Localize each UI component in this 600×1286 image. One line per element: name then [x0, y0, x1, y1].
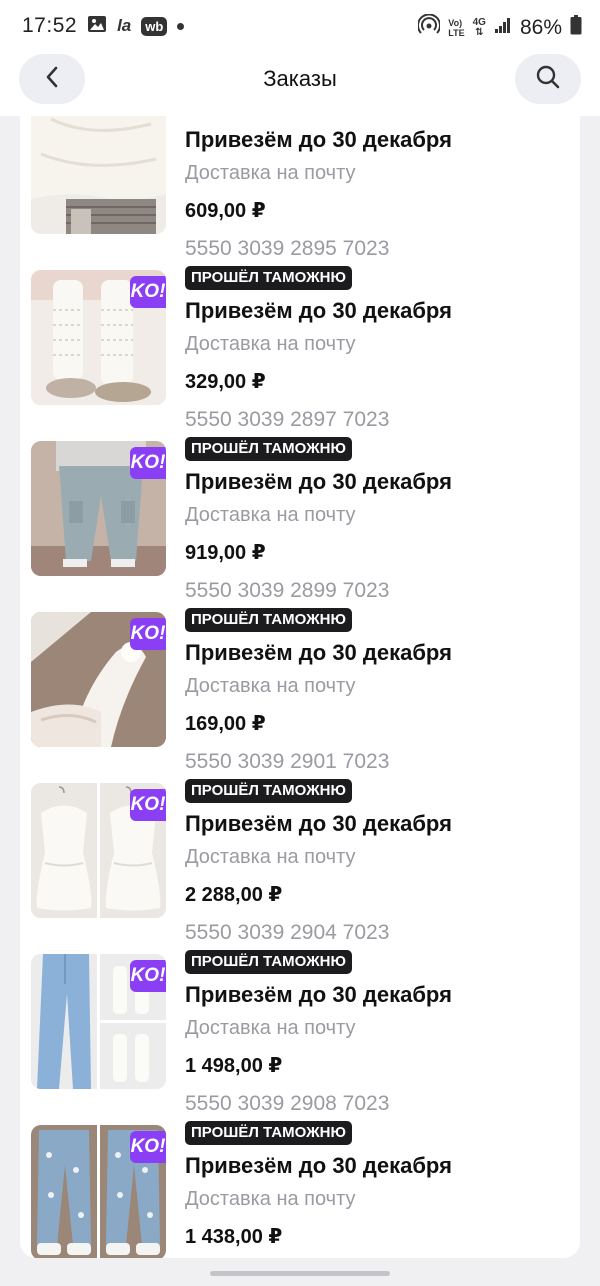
product-image-knit-leg-warmers: KO! [31, 270, 166, 405]
battery-percent: 86% [519, 15, 562, 39]
order-item[interactable]: KO! 5550 3039 2908 7023 ПРОШЁЛ ТАМОЖНЮ П… [20, 1091, 580, 1258]
status-badge: ПРОШЁЛ ТАМОЖНЮ [185, 437, 352, 461]
track-number: 5550 3039 2895 7023 [185, 237, 390, 260]
wb-notification-icon: wb [141, 16, 168, 36]
status-badge: ПРОШЁЛ ТАМОЖНЮ [185, 1121, 352, 1145]
order-item[interactable]: Привезём до 30 декабря Доставка на почту… [20, 116, 580, 236]
order-price: 329,00 ₽ [185, 371, 266, 393]
delivery-date: Привезём до 30 декабря [185, 469, 452, 494]
delivery-method: Доставка на почту [185, 333, 356, 355]
signal-icon [494, 16, 512, 39]
delivery-date: Привезём до 30 декабря [185, 811, 452, 836]
status-badge: ПРОШЁЛ ТАМОЖНЮ [185, 266, 352, 290]
4g-label: 4G [472, 16, 486, 28]
track-number: 5550 3039 2904 7023 [185, 921, 390, 944]
delivery-method: Доставка на почту [185, 1188, 356, 1210]
delivery-date: Привезём до 30 декабря [185, 298, 452, 323]
order-price: 169,00 ₽ [185, 713, 266, 735]
search-icon [535, 64, 561, 95]
product-image-white-tights: KO! [31, 612, 166, 747]
delivery-date: Привезём до 30 декабря [185, 127, 452, 152]
ko-badge: KO! [130, 276, 166, 308]
ko-badge: KO! [130, 1131, 166, 1163]
order-list: Привезём до 30 декабря Доставка на почту… [20, 116, 580, 1258]
product-image-jeans-and-socks: KO! [31, 954, 166, 1089]
delivery-method: Доставка на почту [185, 1017, 356, 1039]
home-indicator[interactable] [210, 1271, 390, 1276]
delivery-method: Доставка на почту [185, 504, 356, 526]
product-image-cargo-jeans: KO! [31, 441, 166, 576]
track-number: 5550 3039 2897 7023 [185, 408, 390, 431]
ko-badge: KO! [130, 618, 166, 650]
status-badge: ПРОШЁЛ ТАМОЖНЮ [185, 779, 352, 803]
data-arrows-icon: ⇅ [475, 26, 484, 38]
status-bar: 17:52 la wb Vo) LTE 4G ⇅ 86% [0, 0, 600, 54]
order-item[interactable]: KO! 5550 3039 2901 7023 ПРОШЁЛ ТАМОЖНЮ П… [20, 749, 580, 920]
order-price: 919,00 ₽ [185, 542, 266, 564]
delivery-date: Привезём до 30 декабря [185, 640, 452, 665]
hotspot-icon [417, 13, 442, 41]
network-4g-indicator: 4G ⇅ [472, 16, 486, 38]
order-price: 609,00 ₽ [185, 200, 266, 222]
order-item[interactable]: KO! 5550 3039 2904 7023 ПРОШЁЛ ТАМОЖНЮ П… [20, 920, 580, 1091]
more-notifications-dot-icon [177, 22, 185, 30]
status-badge: ПРОШЁЛ ТАМОЖНЮ [185, 608, 352, 632]
orders-card: Привезём до 30 декабря Доставка на почту… [20, 116, 580, 1258]
order-price: 2 288,00 ₽ [185, 884, 283, 906]
status-time: 17:52 [22, 14, 78, 37]
product-image-white-peplum-top: KO! [31, 783, 166, 918]
order-item[interactable]: KO! 5550 3039 2897 7023 ПРОШЁЛ ТАМОЖНЮ П… [20, 407, 580, 578]
lte-label: LTE [448, 27, 465, 38]
delivery-method: Доставка на почту [185, 162, 356, 184]
order-item[interactable]: KO! 5550 3039 2895 7023 ПРОШЁЛ ТАМОЖНЮ П… [20, 236, 580, 407]
page-title: Заказы [263, 66, 337, 91]
top-app-bar: Заказы [0, 54, 600, 116]
delivery-date: Привезём до 30 декабря [185, 982, 452, 1007]
order-item[interactable]: KO! 5550 3039 2899 7023 ПРОШЁЛ ТАМОЖНЮ П… [20, 578, 580, 749]
order-price: 1 498,00 ₽ [185, 1055, 283, 1077]
product-image-sweater-and-skirt [31, 116, 166, 234]
search-button[interactable] [515, 54, 581, 104]
track-number: 5550 3039 2899 7023 [185, 579, 390, 602]
gallery-notification-icon [87, 15, 107, 38]
ko-badge: KO! [130, 447, 166, 479]
delivery-method: Доставка на почту [185, 675, 356, 697]
wb-notification-label: wb [145, 18, 164, 34]
order-price: 1 438,00 ₽ [185, 1226, 283, 1248]
ko-badge: KO! [130, 960, 166, 992]
volte-label: Vo) [448, 17, 463, 28]
delivery-date: Привезём до 30 декабря [185, 1153, 452, 1178]
ko-badge: KO! [130, 789, 166, 821]
status-badge: ПРОШЁЛ ТАМОЖНЮ [185, 950, 352, 974]
track-number: 5550 3039 2908 7023 [185, 1092, 390, 1115]
product-image-printed-jeans: KO! [31, 1125, 166, 1258]
volte-indicator: Vo) LTE [448, 18, 464, 38]
app-notification-label: la [117, 16, 132, 35]
battery-icon [570, 15, 582, 40]
track-number: 5550 3039 2901 7023 [185, 750, 390, 773]
delivery-method: Доставка на почту [185, 846, 356, 868]
